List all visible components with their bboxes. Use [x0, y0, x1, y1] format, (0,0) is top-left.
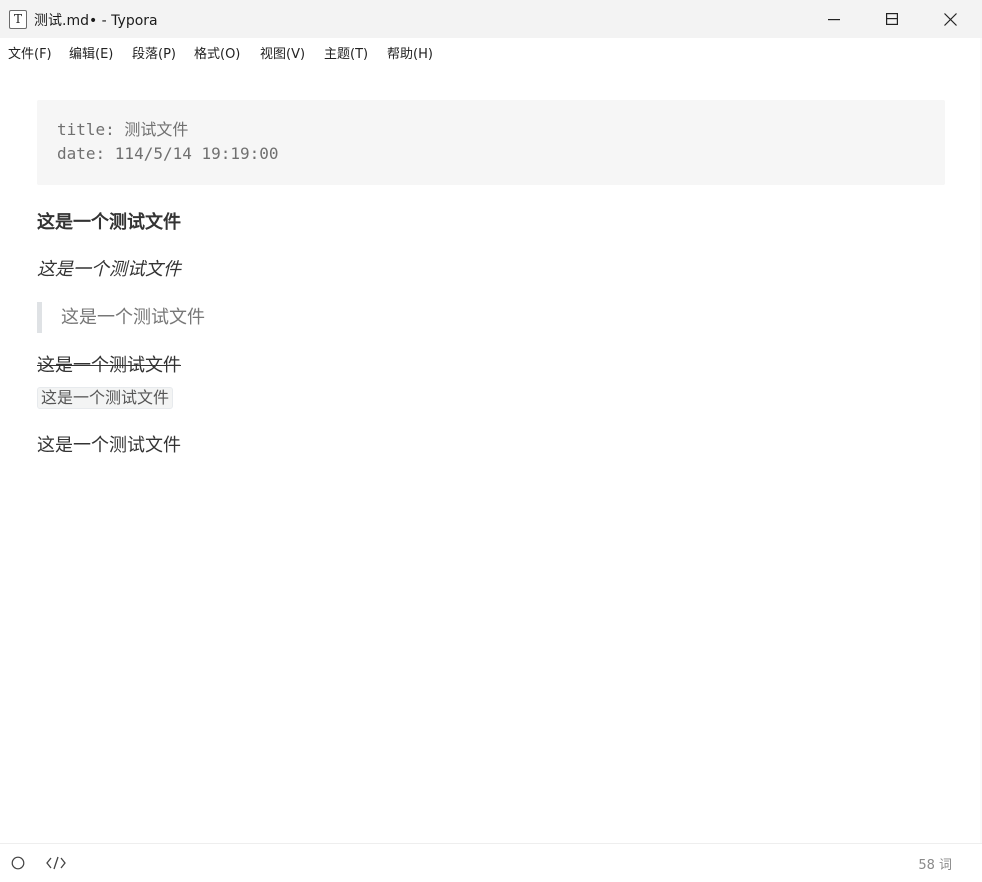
strikethrough-paragraph[interactable]: 这是一个测试文件 — [37, 353, 181, 379]
title-bar[interactable]: T 测试.md• - Typora — [0, 0, 982, 39]
menu-help[interactable]: 帮助(H) — [387, 43, 433, 62]
minimize-button-area[interactable] — [805, 0, 863, 38]
blockquote[interactable]: 这是一个测试文件 — [37, 302, 205, 333]
menu-edit[interactable]: 编辑(E) — [69, 43, 113, 62]
inline-code[interactable]: 这是一个测试文件 — [37, 387, 174, 409]
close-button[interactable] — [921, 0, 979, 38]
menu-format[interactable]: 格式(O) — [194, 43, 240, 62]
bold-paragraph[interactable]: 这是一个测试文件 — [37, 210, 181, 236]
editor-area[interactable]: title: 测试文件 date: 114/5/14 19:19:00 这是一个… — [37, 100, 945, 456]
minimize-icon — [828, 19, 840, 21]
plain-paragraph[interactable]: 这是一个测试文件 — [37, 433, 181, 459]
close-icon — [943, 12, 957, 26]
menu-paragraph[interactable]: 段落(P) — [132, 43, 176, 62]
front-matter-date: date: 114/5/14 19:19:00 — [57, 144, 279, 163]
menu-bar: 文件(F) 编辑(E) 段落(P) 格式(O) 视图(V) 主题(T) 帮助(H… — [0, 38, 982, 66]
window-title: 测试.md• - Typora — [34, 13, 158, 29]
menu-themes[interactable]: 主题(T) — [324, 43, 368, 62]
italic-paragraph[interactable]: 这是一个测试文件 — [37, 257, 181, 283]
menu-file[interactable]: 文件(F) — [8, 43, 52, 62]
front-matter-title: title: 测试文件 — [57, 120, 189, 139]
source-code-icon — [46, 856, 66, 870]
status-bar: 58 词 — [0, 843, 982, 882]
maximize-icon — [886, 13, 898, 25]
circle-outline-icon — [11, 856, 25, 870]
source-code-mode-button[interactable] — [46, 854, 66, 872]
word-count[interactable]: 58 词 — [918, 854, 952, 873]
menu-view[interactable]: 视图(V) — [260, 43, 305, 62]
typora-app-icon: T — [9, 10, 27, 29]
front-matter-block[interactable]: title: 测试文件 date: 114/5/14 19:19:00 — [37, 100, 945, 185]
maximize-button[interactable] — [863, 0, 921, 38]
outline-toggle-button[interactable] — [8, 854, 28, 872]
